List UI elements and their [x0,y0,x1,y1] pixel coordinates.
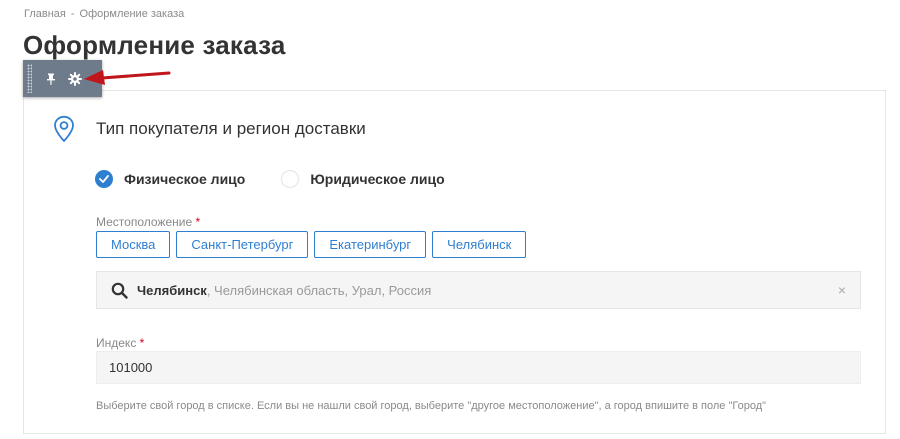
selected-city: Челябинск [137,282,207,298]
index-input[interactable] [96,351,861,384]
location-search-input[interactable]: Челябинск , Челябинская область, Урал, Р… [96,271,861,309]
search-icon-wrap [111,282,128,299]
location-pin-icon [54,115,74,142]
breadcrumb-current: Оформление заказа [79,8,185,20]
delivery-region-card: Тип покупателя и регион доставки Физичес… [23,90,886,434]
admin-toolbar [23,60,102,97]
index-label-text: Индекс [96,336,137,350]
city-button-yekaterinburg[interactable]: Екатеринбург [314,231,427,258]
page-title: Оформление заказа [23,30,286,60]
buyer-type-group: Физическое лицо Юридическое лицо [95,170,445,188]
radio-legal-entity[interactable]: Юридическое лицо [281,170,445,188]
quick-city-buttons: Москва Санкт-Петербург Екатеринбург Челя… [96,231,527,258]
city-button-chelyabinsk[interactable]: Челябинск [432,231,527,258]
breadcrumb-separator: - [70,8,75,20]
radio-checked-indicator[interactable] [95,170,113,188]
location-hint-text: Выберите свой город в списке. Если вы не… [96,400,767,412]
radio-unchecked-indicator[interactable] [281,170,300,188]
gear-icon [68,71,82,86]
index-label: Индекс * [96,336,144,350]
radio-individual-label[interactable]: Физическое лицо [124,171,245,187]
location-label: Местоположение * [96,215,200,229]
breadcrumb: Главная - Оформление заказа [24,8,184,20]
radio-individual[interactable]: Физическое лицо [95,170,245,188]
toolbar-drag-handle[interactable] [27,64,32,93]
toolbar-pin-button[interactable] [40,68,62,90]
checkmark-icon [99,175,109,183]
toolbar-settings-button[interactable] [64,68,86,90]
city-button-moscow[interactable]: Москва [96,231,171,258]
location-label-text: Местоположение [96,215,193,229]
radio-legal-entity-label[interactable]: Юридическое лицо [310,171,444,187]
required-mark: * [195,215,201,229]
search-icon [111,282,128,299]
section-title: Тип покупателя и регион доставки [96,119,366,138]
city-button-saint-petersburg[interactable]: Санкт-Петербург [176,231,309,258]
clear-location-button[interactable]: × [838,283,846,297]
required-mark: * [139,336,145,350]
pin-icon [47,73,55,85]
breadcrumb-home-link[interactable]: Главная [24,8,66,20]
selected-region: , Челябинская область, Урал, Россия [206,282,432,298]
